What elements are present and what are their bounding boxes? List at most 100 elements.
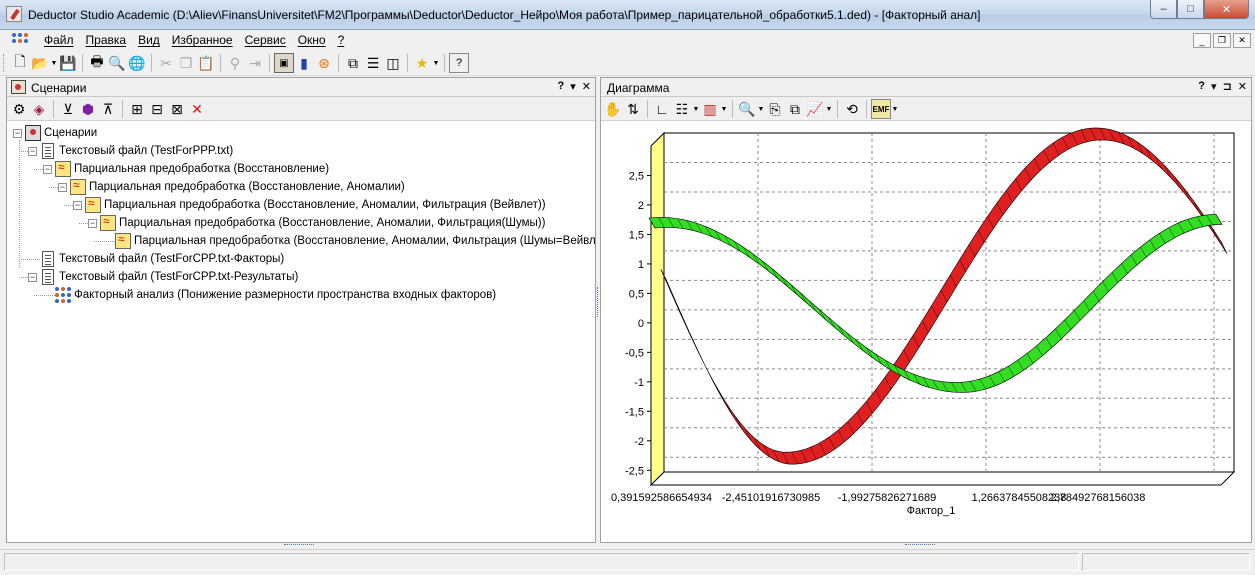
menu-file[interactable]: Файл	[38, 33, 80, 47]
panel-menu-button[interactable]: ▾	[570, 80, 576, 93]
tree-collapse-toggle[interactable]: −	[28, 146, 37, 156]
tree-item[interactable]: − Парциальная предобработка (Восстановлен…	[43, 160, 329, 178]
tree-collapse-toggle[interactable]: −	[88, 218, 97, 228]
tree-item[interactable]: − Парциальная предобработка (Восстановлен…	[88, 214, 545, 232]
properties-icon[interactable]: ⚙	[9, 99, 29, 119]
globe-icon[interactable]: 🌐	[127, 53, 147, 73]
series-icon[interactable]: ⧉	[785, 99, 805, 119]
chart-help-button[interactable]: ?	[1198, 80, 1205, 93]
menu-service[interactable]: Сервис	[239, 33, 292, 47]
open-folder-icon[interactable]: 📂	[30, 53, 50, 73]
tree-item-label: Парциальная предобработка (Восстановлени…	[89, 181, 405, 193]
drag-hand-icon[interactable]: ✋	[603, 99, 623, 119]
tree-collapse-toggle[interactable]: −	[13, 128, 22, 138]
mdi-close-button[interactable]: ✕	[1233, 33, 1251, 48]
zoom-icon[interactable]: 🔍	[737, 99, 757, 119]
delete-icon[interactable]: ✕	[187, 99, 207, 119]
chart-type-icon[interactable]: ▥	[700, 99, 720, 119]
process-icon[interactable]: ⬢	[78, 99, 98, 119]
close-button[interactable]: ✕	[1204, 0, 1249, 19]
find-icon[interactable]: ⚲	[225, 53, 245, 73]
legend-icon[interactable]: ☷	[672, 99, 692, 119]
tree-item[interactable]: Парциальная предобработка (Восстановлени…	[103, 232, 615, 250]
legend-dropdown-icon[interactable]: ▼	[692, 106, 700, 113]
tree-item[interactable]: Текстовый файл (TestForCPP.txt-Факторы)	[28, 250, 284, 268]
favorites-dropdown-icon[interactable]: ▼	[432, 60, 440, 67]
import-icon[interactable]: ⊻	[58, 99, 78, 119]
book-icon[interactable]: ▮	[294, 53, 314, 73]
favorites-star-icon[interactable]: ★	[412, 53, 432, 73]
scenarios-panel-title: Сценарии	[31, 81, 87, 95]
tile-vertical-icon[interactable]: ◫	[383, 53, 403, 73]
sort-icon[interactable]: ⇅	[623, 99, 643, 119]
tree-item[interactable]: − Сценарии	[13, 124, 97, 142]
chart-close-button[interactable]: ✕	[1238, 80, 1247, 93]
cut-icon[interactable]: ✂	[156, 53, 176, 73]
help-icon[interactable]: ?	[449, 53, 469, 73]
tree-item-label: Текстовый файл (TestForCPP.txt-Результат…	[59, 271, 299, 283]
line-chart-icon[interactable]: 📈	[805, 99, 825, 119]
menu-edit[interactable]: Правка	[80, 33, 133, 47]
tree-collapse-toggle[interactable]: −	[43, 164, 52, 174]
menu-view[interactable]: Вид	[132, 33, 166, 47]
menu-favorites[interactable]: Избранное	[166, 33, 239, 47]
tree-item[interactable]: − Парциальная предобработка (Восстановлен…	[73, 196, 546, 214]
panel-help-button[interactable]: ?	[558, 80, 565, 93]
scenarios-icon[interactable]: ▣	[274, 53, 294, 73]
tree-item[interactable]: Факторный анализ (Понижение размерности …	[43, 286, 496, 304]
tree-item[interactable]: − Парциальная предобработка (Восстановлен…	[58, 178, 405, 196]
menu-window[interactable]: Окно	[292, 33, 332, 47]
scenarios-panel-icon	[11, 80, 26, 94]
copy-chart-icon[interactable]: ⎘	[765, 99, 785, 119]
text-file-icon	[42, 251, 54, 267]
minimize-button[interactable]: –	[1150, 0, 1177, 19]
copy-icon[interactable]: ❐	[176, 53, 196, 73]
tree-item-label: Парциальная предобработка (Восстановлени…	[104, 199, 546, 211]
mdi-minimize-button[interactable]: _	[1193, 33, 1211, 48]
print-preview-icon[interactable]: 🔍	[107, 53, 127, 73]
tree-item-label: Текстовый файл (TestForPPP.txt)	[59, 145, 234, 157]
maximize-button[interactable]: □	[1177, 0, 1204, 19]
tree-item[interactable]: − Текстовый файл (TestForPPP.txt)	[28, 142, 233, 160]
document-menu-icon[interactable]	[12, 33, 28, 47]
export-dropdown-icon[interactable]: ▼	[891, 106, 899, 113]
chart-menu-button[interactable]: ▾	[1211, 80, 1217, 93]
toolbar-grip[interactable]	[3, 54, 6, 72]
tree-expand-icon[interactable]: ⊞	[127, 99, 147, 119]
line-chart-dropdown-icon[interactable]: ▼	[825, 106, 833, 113]
panel-close-button[interactable]: ✕	[582, 80, 591, 93]
main-toolbar: 🗋 📂 ▼ 💾 🖶 🔍 🌐 ✂ ❐ 📋 ⚲ ⇥ ▣ ▮ ⊛ ⧉ ☰ ◫ ★ ▼ …	[0, 50, 1255, 76]
print-icon[interactable]: 🖶	[87, 53, 107, 73]
mdi-restore-button[interactable]: ❐	[1213, 33, 1231, 48]
tree-collapse-icon[interactable]: ⊟	[147, 99, 167, 119]
scenario-tree: − Сценарии − Текстовый файл (TestForPPP.txt…	[7, 122, 615, 542]
tree-collapse-toggle[interactable]: −	[58, 182, 67, 192]
app-icon	[6, 6, 22, 22]
preprocess-icon	[70, 178, 86, 195]
save-icon[interactable]: 💾	[58, 53, 78, 73]
new-file-icon[interactable]: 🗋	[10, 53, 30, 73]
axis-icon[interactable]: ∟	[652, 99, 672, 119]
window-title: Deductor Studio Academic (D:\Aliev\Finan…	[28, 8, 981, 22]
tile-horizontal-icon[interactable]: ☰	[363, 53, 383, 73]
tree-item[interactable]: − Текстовый файл (TestForCPP.txt-Результа…	[28, 268, 298, 286]
tree-collapse-toggle[interactable]: −	[28, 272, 37, 282]
open-dropdown-icon[interactable]: ▼	[50, 60, 58, 67]
find-next-icon[interactable]: ⇥	[245, 53, 265, 73]
paste-icon[interactable]: 📋	[196, 53, 216, 73]
export-emf-icon[interactable]: EMF	[871, 99, 891, 119]
y-tick-label: 0	[638, 318, 644, 330]
menu-help[interactable]: ?	[332, 33, 351, 47]
zoom-dropdown-icon[interactable]: ▼	[757, 106, 765, 113]
scenarios-toolbar: ⚙ ◈ ⊻ ⬢ ⊼ ⊞ ⊟ ⊠ ✕	[7, 97, 595, 121]
rotate-icon[interactable]: ⟲	[842, 99, 862, 119]
tree-collapse-toggle[interactable]: −	[73, 200, 82, 210]
wizard-icon[interactable]: ⊛	[314, 53, 334, 73]
chart-pin-button[interactable]: ⊐	[1223, 80, 1232, 93]
chart-type-dropdown-icon[interactable]: ▼	[720, 106, 728, 113]
cascade-icon[interactable]: ⧉	[343, 53, 363, 73]
y-tick-label: 1	[638, 259, 644, 271]
scenario-wizard-icon[interactable]: ◈	[29, 99, 49, 119]
export-icon[interactable]: ⊼	[98, 99, 118, 119]
tree-branch-icon[interactable]: ⊠	[167, 99, 187, 119]
